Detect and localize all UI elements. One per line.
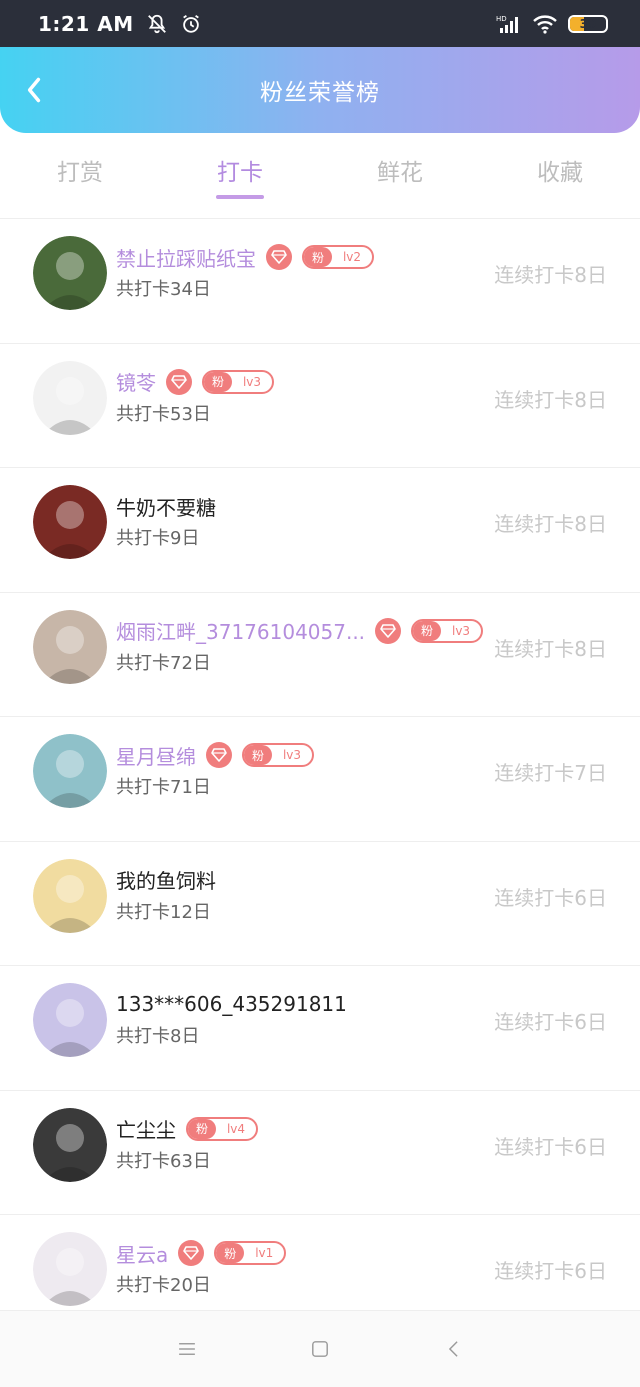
streak-checkin: 连续打卡8日 [494, 636, 607, 661]
tab-favorites[interactable]: 收藏 [480, 133, 640, 213]
fan-level-badge: 粉 lv3 [411, 618, 484, 643]
fan-tag: 粉 [204, 371, 232, 392]
avatar[interactable] [33, 734, 107, 808]
user-name[interactable]: 禁止拉踩贴纸宝 [116, 243, 256, 272]
total-checkin: 共打卡8日 [116, 1026, 200, 1047]
cell-signal-icon: HD [496, 13, 522, 35]
user-name[interactable]: 镜苓 [116, 367, 156, 396]
tab-label: 打赏 [57, 160, 103, 186]
tab-checkin[interactable]: 打卡 [160, 133, 320, 213]
streak-checkin: 连续打卡8日 [494, 387, 607, 412]
battery-indicator: 39 [568, 14, 608, 33]
fan-ranking-list: 禁止拉踩贴纸宝 粉 lv2 共打卡34日 连续打卡8日 镜苓 粉 lv3 共打卡… [0, 218, 640, 1339]
fan-level-badge: 粉 lv1 [214, 1241, 287, 1265]
total-checkin: 共打卡12日 [116, 901, 211, 923]
list-item[interactable]: 我的鱼饲料 共打卡12日 连续打卡6日 [0, 840, 640, 966]
user-name[interactable]: 我的鱼饲料 [116, 865, 216, 894]
list-item[interactable]: 烟雨江畔_37176104057... 粉 lv3 共打卡72日 连续打卡8日 [0, 591, 640, 717]
diamond-icon [166, 368, 192, 395]
battery-level: 39 [579, 16, 597, 31]
avatar[interactable] [33, 360, 107, 435]
user-name[interactable]: 星云a [116, 1239, 168, 1268]
avatar[interactable] [33, 1107, 107, 1182]
tab-reward[interactable]: 打赏 [0, 133, 160, 213]
total-checkin: 共打卡72日 [116, 652, 211, 674]
avatar[interactable] [33, 1232, 107, 1306]
avatar[interactable] [33, 609, 107, 684]
total-checkin: 共打卡71日 [116, 777, 211, 798]
svg-text:HD: HD [496, 15, 507, 23]
fan-level-badge: 粉 lv2 [302, 245, 374, 269]
streak-checkin: 连续打卡6日 [494, 1134, 607, 1159]
avatar[interactable] [33, 485, 107, 559]
fan-level: lv3 [452, 623, 471, 638]
status-time: 1:21 AM [38, 11, 134, 36]
fan-tag: 粉 [304, 247, 332, 267]
tab-label: 鲜花 [377, 160, 423, 186]
back-triangle-icon [448, 1341, 458, 1357]
status-bar: 1:21 AM HD 39 [0, 0, 640, 47]
fan-tag: 粉 [188, 1118, 216, 1139]
user-name[interactable]: 星月昼绵 [116, 741, 196, 770]
wifi-icon [532, 13, 558, 35]
fan-level-badge: 粉 lv3 [242, 743, 314, 767]
menu-button[interactable] [167, 1329, 207, 1369]
user-name[interactable]: 牛奶不要糖 [116, 492, 216, 521]
page-title: 粉丝荣誉榜 [260, 80, 380, 106]
fan-level-badge: 粉 lv3 [202, 369, 274, 394]
fan-level: lv2 [342, 250, 362, 264]
streak-checkin: 连续打卡8日 [494, 263, 607, 287]
system-nav-bar [0, 1310, 640, 1387]
avatar[interactable] [33, 236, 107, 310]
total-checkin: 共打卡20日 [116, 1275, 211, 1296]
fan-level-badge: 粉 lv4 [186, 1116, 258, 1141]
fan-tag: 粉 [244, 745, 272, 765]
total-checkin: 共打卡53日 [116, 403, 211, 425]
home-square-icon [312, 1341, 328, 1357]
fan-level: lv3 [242, 374, 262, 389]
total-checkin: 共打卡63日 [116, 1150, 211, 1172]
list-item[interactable]: 禁止拉踩贴纸宝 粉 lv2 共打卡34日 连续打卡8日 [0, 218, 640, 343]
fan-level: lv1 [255, 1246, 274, 1260]
tab-flowers[interactable]: 鲜花 [320, 133, 480, 213]
header-bar: 粉丝荣誉榜 [0, 47, 640, 133]
streak-checkin: 连续打卡6日 [494, 1010, 607, 1034]
streak-checkin: 连续打卡8日 [494, 512, 607, 536]
list-item[interactable]: 镜苓 粉 lv3 共打卡53日 连续打卡8日 [0, 342, 640, 468]
avatar[interactable] [33, 858, 107, 933]
diamond-icon [375, 617, 402, 644]
alarm-icon [180, 13, 202, 35]
diamond-icon [178, 1240, 205, 1266]
tab-active-indicator [216, 195, 264, 199]
fan-tag: 粉 [413, 620, 442, 641]
fan-level: lv3 [282, 748, 302, 762]
total-checkin: 共打卡34日 [116, 279, 211, 300]
diamond-icon [266, 244, 292, 270]
streak-checkin: 连续打卡6日 [494, 885, 607, 910]
menu-icon [178, 1343, 195, 1355]
list-item[interactable]: 亡尘尘 粉 lv4 共打卡63日 连续打卡6日 [0, 1089, 640, 1215]
back-button[interactable] [20, 71, 48, 109]
home-button[interactable] [300, 1329, 340, 1369]
fan-tag: 粉 [216, 1243, 245, 1263]
total-checkin: 共打卡9日 [116, 528, 200, 549]
user-name[interactable]: 烟雨江畔_37176104057... [116, 616, 365, 645]
streak-checkin: 连续打卡7日 [494, 761, 607, 785]
user-name[interactable]: 133***606_435291811 [116, 992, 347, 1016]
bell-muted-icon [146, 13, 168, 35]
fan-level: lv4 [226, 1121, 246, 1136]
tab-bar: 打赏 打卡 鲜花 收藏 [0, 133, 640, 213]
tab-label: 收藏 [537, 160, 583, 186]
user-name[interactable]: 亡尘尘 [116, 1114, 176, 1143]
system-back-button[interactable] [433, 1329, 473, 1369]
list-item[interactable]: 133***606_435291811 共打卡8日 连续打卡6日 [0, 965, 640, 1090]
list-item[interactable]: 星月昼绵 粉 lv3 共打卡71日 连续打卡7日 [0, 716, 640, 841]
list-item[interactable]: 牛奶不要糖 共打卡9日 连续打卡8日 [0, 467, 640, 592]
streak-checkin: 连续打卡6日 [494, 1259, 607, 1283]
avatar[interactable] [33, 983, 107, 1057]
tab-label: 打卡 [217, 160, 263, 186]
diamond-icon [206, 742, 232, 768]
chevron-left-icon [27, 77, 41, 103]
